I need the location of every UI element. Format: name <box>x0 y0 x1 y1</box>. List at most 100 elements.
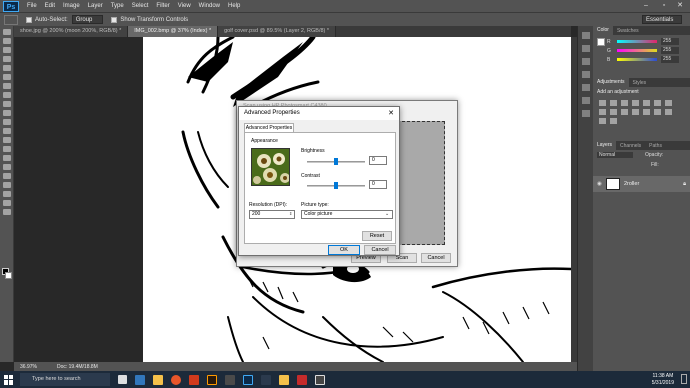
selective-color-icon[interactable] <box>610 118 617 124</box>
cancel-button[interactable]: Cancel <box>364 245 396 255</box>
file-explorer-icon[interactable] <box>153 374 163 385</box>
invert-icon[interactable] <box>643 109 650 115</box>
eraser-icon[interactable] <box>3 119 11 125</box>
menu-image[interactable]: Image <box>63 3 80 9</box>
tab-swatches[interactable]: Swatches <box>613 28 643 34</box>
curves-icon[interactable] <box>621 100 628 106</box>
task-view-icon[interactable] <box>118 375 127 384</box>
dodge-icon[interactable] <box>3 146 11 152</box>
auto-select-dropdown[interactable]: Group <box>71 15 104 24</box>
g-gradient[interactable] <box>617 49 657 52</box>
slider-b[interactable]: B 255 <box>593 55 690 64</box>
workspace-dropdown[interactable]: Essentials <box>642 15 682 24</box>
history-brush-icon[interactable] <box>3 110 11 116</box>
layer-name[interactable]: 2roller <box>624 181 639 187</box>
menu-select[interactable]: Select <box>132 3 149 9</box>
zoom-icon[interactable] <box>3 200 11 206</box>
type-icon[interactable] <box>3 164 11 170</box>
levels-icon[interactable] <box>610 100 617 106</box>
menu-type[interactable]: Type <box>111 3 124 9</box>
tab-paths[interactable]: Paths <box>645 143 666 149</box>
app-icon[interactable] <box>225 374 235 385</box>
tab-document[interactable]: golf cover.psd @ 89.5% (Layer 2, RGB/8) … <box>218 26 337 37</box>
character-icon[interactable] <box>582 58 590 65</box>
tab-color[interactable]: Color <box>593 26 613 35</box>
marquee-icon[interactable] <box>3 38 11 44</box>
color-balance-icon[interactable] <box>665 100 672 106</box>
blur-icon[interactable] <box>3 137 11 143</box>
history-icon[interactable] <box>582 32 590 39</box>
properties-icon[interactable] <box>582 45 590 52</box>
threshold-icon[interactable] <box>665 109 672 115</box>
vibrance-icon[interactable] <box>643 100 650 106</box>
crop-icon[interactable] <box>3 65 11 71</box>
spinner-icon[interactable]: ⇕ <box>289 211 292 216</box>
taskbar-search[interactable]: Type here to search <box>20 373 110 386</box>
reset-button[interactable]: Reset <box>362 231 392 241</box>
scan-cancel-button[interactable]: Cancel <box>421 253 451 263</box>
channel-mixer-icon[interactable] <box>621 109 628 115</box>
exposure-icon[interactable] <box>632 100 639 106</box>
tab-channels[interactable]: Channels <box>616 143 645 149</box>
color-lookup-icon[interactable] <box>632 109 639 115</box>
transform-controls-checkbox[interactable] <box>111 16 118 23</box>
contrast-slider-thumb[interactable] <box>334 182 338 189</box>
brightness-input[interactable]: 0 <box>369 156 387 165</box>
brightness-contrast-icon[interactable] <box>599 100 606 106</box>
menu-edit[interactable]: Edit <box>45 3 55 9</box>
folder-icon[interactable] <box>279 374 289 385</box>
r-gradient[interactable] <box>617 40 657 43</box>
photoshop-taskbar-icon[interactable] <box>243 374 253 385</box>
quick-select-icon[interactable] <box>3 56 11 62</box>
illustrator-icon[interactable] <box>207 374 217 385</box>
hue-saturation-icon[interactable] <box>654 100 661 106</box>
menu-file[interactable]: File <box>27 3 37 9</box>
info-icon[interactable] <box>582 110 590 117</box>
menu-help[interactable]: Help <box>228 3 240 9</box>
windows-start-icon[interactable] <box>4 374 14 385</box>
minimize-icon[interactable]: – <box>638 0 654 12</box>
healing-icon[interactable] <box>3 83 11 89</box>
paragraph-icon[interactable] <box>582 71 590 78</box>
photo-filter-icon[interactable] <box>610 109 617 115</box>
blend-mode-dropdown[interactable]: Normal <box>597 152 633 158</box>
ok-button[interactable]: OK <box>328 245 360 255</box>
scanner-icon[interactable] <box>315 374 325 385</box>
layer-item[interactable]: ◉ 2roller 🔒︎ <box>593 176 690 192</box>
slider-r[interactable]: R 255 <box>593 37 690 46</box>
close-icon[interactable]: ✕ <box>388 107 394 120</box>
menu-view[interactable]: View <box>178 3 191 9</box>
edge-icon[interactable] <box>135 374 145 385</box>
contrast-input[interactable]: 0 <box>369 180 387 189</box>
hand-icon[interactable] <box>3 191 11 197</box>
app-icon[interactable] <box>261 374 271 385</box>
acrobat-icon[interactable] <box>297 374 307 385</box>
tab-document-active[interactable]: IMG_002.bmp @ 37% (Index) * <box>128 26 219 37</box>
posterize-icon[interactable] <box>654 109 661 115</box>
move-tool-icon[interactable] <box>4 14 18 25</box>
tab-layers[interactable]: Layers <box>593 141 617 150</box>
shape-icon[interactable] <box>3 182 11 188</box>
zoom-level[interactable]: 36.97% <box>20 364 37 370</box>
color-swatch-foreground[interactable] <box>597 38 605 46</box>
taskbar-clock[interactable]: 11:38 AM 5/31/2019 <box>652 373 674 386</box>
tab-document[interactable]: shoe.jpg @ 200% (moon 200%, RGB/8) * <box>14 26 129 37</box>
menu-filter[interactable]: Filter <box>156 3 169 9</box>
tab-styles[interactable]: Styles <box>629 80 651 86</box>
slider-g[interactable]: G 255 <box>593 46 690 55</box>
brush-icon[interactable] <box>3 92 11 98</box>
scan-preview-area[interactable] <box>397 121 445 245</box>
b-gradient[interactable] <box>617 58 657 61</box>
close-icon[interactable]: ✕ <box>672 0 688 12</box>
maximize-icon[interactable]: ▫ <box>656 0 672 12</box>
move-icon[interactable] <box>3 29 11 35</box>
notifications-icon[interactable] <box>681 374 687 384</box>
libraries-icon[interactable] <box>582 97 590 104</box>
brush-presets-icon[interactable] <box>582 84 590 91</box>
background-color-swatch[interactable] <box>5 272 12 279</box>
gradient-icon[interactable] <box>3 128 11 134</box>
tab-advanced-properties[interactable]: Advanced Properties <box>244 123 294 132</box>
brightness-slider-thumb[interactable] <box>334 158 338 165</box>
edit-toolbar-icon[interactable] <box>3 209 11 215</box>
firefox-icon[interactable] <box>171 374 181 385</box>
